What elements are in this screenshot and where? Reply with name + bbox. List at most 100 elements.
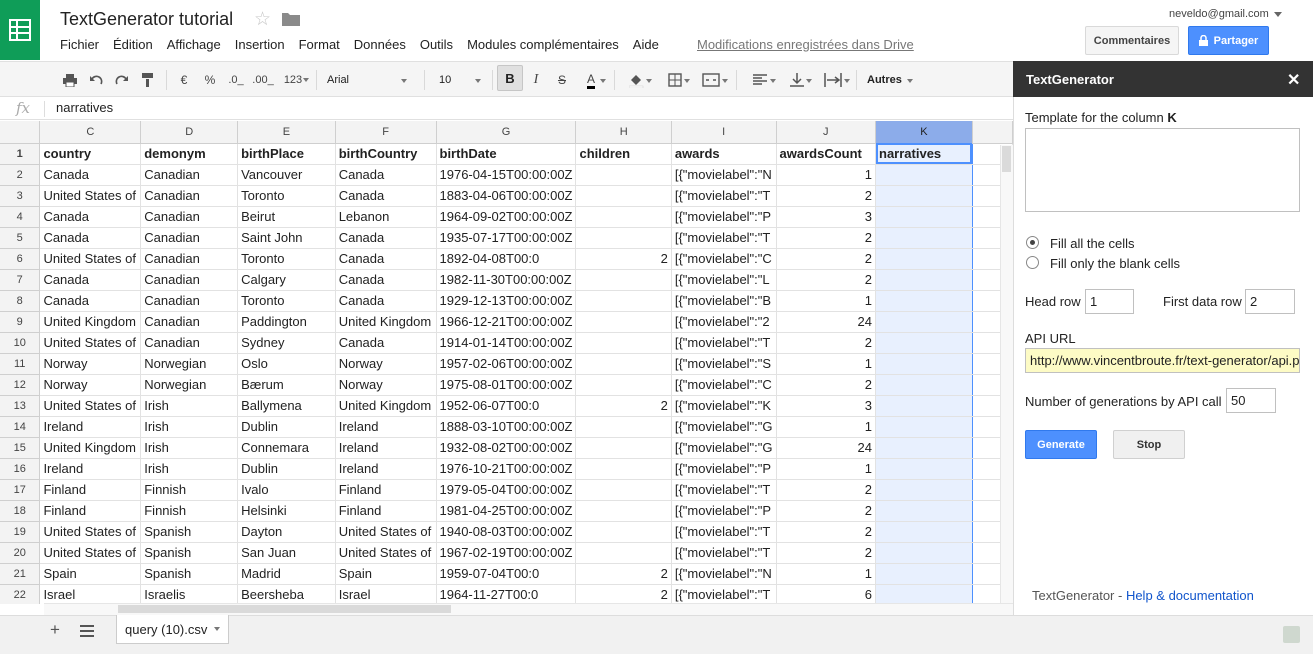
grid-cell[interactable]: [875, 227, 973, 249]
grid-cell[interactable]: 2: [776, 332, 877, 354]
sheet-list-icon[interactable]: [80, 625, 94, 637]
grid-cell[interactable]: 24: [776, 311, 877, 333]
grid-cell[interactable]: [875, 206, 973, 228]
grid-cell[interactable]: 1982-11-30T00:00:00Z: [436, 269, 577, 291]
menu-addons[interactable]: Modules complémentaires: [467, 37, 619, 52]
grid-cell[interactable]: birthPlace: [237, 143, 336, 165]
grid-cell[interactable]: [{"movielabel":"G: [671, 416, 777, 438]
row-header[interactable]: 3: [0, 185, 41, 207]
row-header[interactable]: 18: [0, 500, 41, 522]
grid-cell[interactable]: [{"movielabel":"T: [671, 185, 777, 207]
grid-cell[interactable]: Beersheba: [237, 584, 336, 604]
fill-all-label[interactable]: Fill all the cells: [1050, 236, 1135, 251]
row-header[interactable]: 6: [0, 248, 41, 270]
grid-cell[interactable]: [{"movielabel":"S: [671, 353, 777, 375]
menu-help[interactable]: Aide: [633, 37, 659, 52]
grid-cell[interactable]: [{"movielabel":"N: [671, 164, 777, 186]
sheet-tab[interactable]: query (10).csv: [116, 615, 229, 644]
grid-cell[interactable]: Spanish: [140, 521, 239, 543]
grid-cell[interactable]: 1: [776, 290, 877, 312]
grid-cell[interactable]: Dayton: [237, 521, 336, 543]
grid-cell[interactable]: Norway: [335, 374, 437, 396]
grid-cell[interactable]: [575, 332, 672, 354]
grid-cell[interactable]: 2: [776, 227, 877, 249]
grid-cell[interactable]: Oslo: [237, 353, 336, 375]
grid-cell[interactable]: Ireland: [335, 458, 437, 480]
row-header[interactable]: 4: [0, 206, 41, 228]
grid-cell[interactable]: Canada: [39, 164, 142, 186]
grid-cell[interactable]: [575, 437, 672, 459]
decrease-decimals-button[interactable]: .0_: [226, 70, 246, 90]
grid-cell[interactable]: 1976-04-15T00:00:00Z: [436, 164, 577, 186]
grid-cell[interactable]: Israel: [335, 584, 437, 604]
grid-cell[interactable]: Canada: [39, 227, 142, 249]
grid-cell[interactable]: Canadian: [140, 164, 239, 186]
vertical-scrollbar-thumb[interactable]: [1002, 146, 1011, 172]
grid-cell[interactable]: [{"movielabel":"2: [671, 311, 777, 333]
grid-cell[interactable]: Ireland: [39, 458, 142, 480]
grid-cell[interactable]: Vancouver: [237, 164, 336, 186]
grid-cell[interactable]: [875, 521, 973, 543]
grid-cell[interactable]: 1940-08-03T00:00:00Z: [436, 521, 577, 543]
template-textarea[interactable]: [1025, 128, 1300, 212]
menu-tools[interactable]: Outils: [420, 37, 453, 52]
grid-cell[interactable]: Beirut: [237, 206, 336, 228]
grid-cell[interactable]: 1979-05-04T00:00:00Z: [436, 479, 577, 501]
grid-cell[interactable]: Finnish: [140, 479, 239, 501]
grid-cell[interactable]: [575, 374, 672, 396]
grid-cell[interactable]: [{"movielabel":"T: [671, 584, 777, 604]
fill-color-button[interactable]: [622, 70, 652, 90]
grid-cell[interactable]: [875, 332, 973, 354]
grid-cell[interactable]: [575, 185, 672, 207]
row-header[interactable]: 8: [0, 290, 41, 312]
grid-cell[interactable]: 2: [575, 395, 672, 417]
menu-insert[interactable]: Insertion: [235, 37, 285, 52]
bold-button[interactable]: B: [497, 65, 523, 91]
api-url-input[interactable]: [1025, 348, 1300, 373]
grid-cell[interactable]: [875, 542, 973, 564]
comments-button[interactable]: Commentaires: [1085, 26, 1179, 55]
grid-cell[interactable]: [875, 185, 973, 207]
star-icon[interactable]: ☆: [254, 8, 271, 31]
grid-cell[interactable]: awardsCount: [776, 143, 877, 165]
grid-cell[interactable]: Bærum: [237, 374, 336, 396]
row-header[interactable]: 7: [0, 269, 41, 291]
grid-cell[interactable]: 2: [575, 584, 672, 604]
grid-cell[interactable]: Irish: [140, 395, 239, 417]
row-header[interactable]: 17: [0, 479, 41, 501]
grid-cell[interactable]: 2: [776, 269, 877, 291]
grid-cell[interactable]: Canada: [335, 269, 437, 291]
grid-cell[interactable]: [{"movielabel":"C: [671, 248, 777, 270]
menu-edit[interactable]: Édition: [113, 37, 153, 52]
grid-cell[interactable]: [875, 458, 973, 480]
grid-cell[interactable]: United States of: [39, 395, 142, 417]
grid-cell[interactable]: [{"movielabel":"N: [671, 563, 777, 585]
text-color-button[interactable]: A: [576, 70, 606, 90]
column-header-e[interactable]: E: [237, 121, 336, 144]
grid-cell[interactable]: Dublin: [237, 458, 336, 480]
grid-cell[interactable]: birthDate: [436, 143, 577, 165]
grid-cell[interactable]: Norwegian: [140, 374, 239, 396]
row-header[interactable]: 10: [0, 332, 41, 354]
chevron-down-icon[interactable]: [1274, 12, 1282, 17]
grid-cell[interactable]: Canada: [335, 248, 437, 270]
grid-cell[interactable]: 1929-12-13T00:00:00Z: [436, 290, 577, 312]
grid-cell[interactable]: demonym: [140, 143, 239, 165]
close-icon[interactable]: ✕: [1287, 70, 1300, 90]
grid-cell[interactable]: [875, 584, 973, 604]
grid-cell[interactable]: [{"movielabel":"B: [671, 290, 777, 312]
grid-cell[interactable]: Finland: [39, 479, 142, 501]
grid-cell[interactable]: United States of: [39, 542, 142, 564]
grid-cell[interactable]: [875, 353, 973, 375]
grid-cell[interactable]: 1883-04-06T00:00:00Z: [436, 185, 577, 207]
grid-cell[interactable]: Spain: [39, 563, 142, 585]
grid-cell[interactable]: 1892-04-08T00:0: [436, 248, 577, 270]
grid-cell[interactable]: Irish: [140, 458, 239, 480]
grid-cell[interactable]: Spain: [335, 563, 437, 585]
chevron-down-icon[interactable]: [214, 627, 220, 631]
grid-cell[interactable]: Canadian: [140, 227, 239, 249]
grid-cell[interactable]: United States of: [39, 185, 142, 207]
horizontal-align-button[interactable]: [744, 70, 776, 90]
borders-button[interactable]: [660, 70, 690, 90]
grid-cell[interactable]: United States of: [39, 332, 142, 354]
